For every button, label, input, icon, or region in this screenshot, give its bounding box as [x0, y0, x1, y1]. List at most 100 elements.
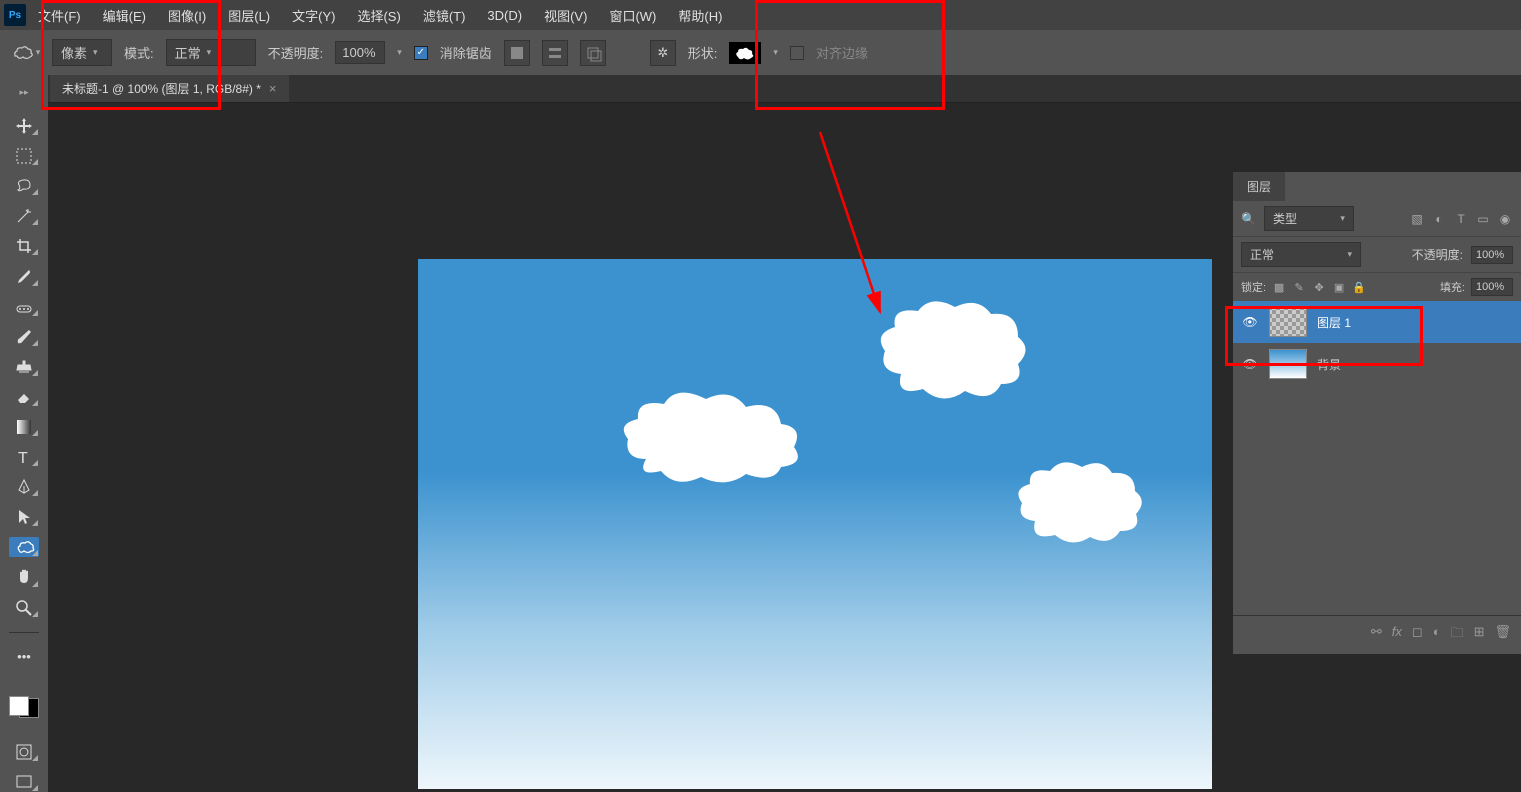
zoom-tool[interactable] — [9, 598, 39, 618]
edit-toolbar-icon[interactable]: ••• — [9, 646, 39, 666]
visibility-icon[interactable]: 👁 — [1241, 357, 1259, 371]
layer-opacity-input[interactable]: 100% — [1471, 246, 1513, 264]
lock-pixels-icon[interactable]: ✎ — [1292, 280, 1306, 294]
chevron-down-icon[interactable]: ▾ — [397, 47, 402, 58]
visibility-icon[interactable]: 👁 — [1241, 315, 1259, 329]
pen-tool[interactable] — [9, 477, 39, 497]
document-tab-bar: 未标题-1 @ 100% (图层 1, RGB/8#) * × — [0, 75, 1521, 103]
menu-layer[interactable]: 图层(L) — [218, 2, 280, 29]
move-tool[interactable] — [9, 116, 39, 136]
layer-group-icon[interactable]: 🗀 — [1451, 624, 1464, 646]
opacity-input[interactable]: 100% — [335, 41, 385, 64]
lock-artboard-icon[interactable]: ▣ — [1332, 280, 1346, 294]
menu-help[interactable]: 帮助(H) — [668, 2, 732, 29]
ps-logo-icon: Ps — [4, 4, 26, 26]
type-tool[interactable]: T — [9, 447, 39, 467]
pathfinder-union-icon[interactable] — [504, 40, 530, 66]
opacity-label: 不透明度: — [268, 43, 324, 62]
marquee-tool[interactable] — [9, 146, 39, 166]
expand-icon[interactable]: ▸▸ — [19, 87, 28, 98]
lock-transparency-icon[interactable]: ▩ — [1272, 280, 1286, 294]
layer-item-1[interactable]: 👁 图层 1 — [1233, 301, 1521, 343]
fill-input[interactable]: 100% — [1471, 278, 1513, 296]
layers-tab[interactable]: 图层 — [1233, 172, 1285, 201]
fill-label: 填充: — [1440, 279, 1465, 295]
blend-mode-dropdown[interactable]: 正常 ▾ — [166, 39, 256, 66]
crop-tool[interactable] — [9, 236, 39, 256]
link-layers-icon[interactable]: ⚯ — [1371, 624, 1382, 646]
healing-brush-tool[interactable] — [9, 297, 39, 317]
menu-3d[interactable]: 3D(D) — [477, 4, 532, 27]
lasso-tool[interactable] — [9, 176, 39, 196]
lock-all-icon[interactable]: 🔒 — [1352, 280, 1366, 294]
hand-tool[interactable] — [9, 567, 39, 587]
quick-mask-tool[interactable] — [9, 742, 39, 762]
layer-opacity-label: 不透明度: — [1412, 246, 1463, 263]
lock-label: 锁定: — [1241, 279, 1266, 295]
magic-wand-tool[interactable] — [9, 206, 39, 226]
antialias-checkbox[interactable]: ✓ — [414, 46, 428, 60]
brush-tool[interactable] — [9, 327, 39, 347]
menu-select[interactable]: 选择(S) — [347, 2, 410, 29]
divider — [9, 632, 39, 633]
menu-filter[interactable]: 滤镜(T) — [413, 2, 476, 29]
layer-style-icon[interactable]: fx — [1392, 624, 1402, 646]
filter-smart-icon[interactable]: ◉ — [1497, 211, 1513, 227]
svg-text:T: T — [18, 450, 28, 467]
gradient-tool[interactable] — [9, 417, 39, 437]
menu-view[interactable]: 视图(V) — [534, 2, 597, 29]
mode-label: 模式: — [124, 43, 154, 62]
search-icon: 🔍 — [1241, 212, 1256, 226]
layer-thumbnail[interactable] — [1269, 307, 1307, 337]
align-edges-checkbox[interactable] — [790, 46, 804, 60]
options-bar: ▾ 像素 ▾ 模式: 正常 ▾ 不透明度: 100% ▾ ✓ 消除锯齿 ✲ 形状… — [0, 30, 1521, 75]
new-layer-icon[interactable]: ⊞ — [1474, 624, 1485, 646]
document-tab[interactable]: 未标题-1 @ 100% (图层 1, RGB/8#) * × — [50, 75, 289, 102]
shape-picker[interactable] — [729, 42, 761, 64]
layer-mask-icon[interactable]: ◻ — [1412, 624, 1423, 646]
eraser-tool[interactable] — [9, 387, 39, 407]
path-selection-tool[interactable] — [9, 507, 39, 527]
filter-shape-icon[interactable]: ▭ — [1475, 211, 1491, 227]
cloud-shape-1 — [616, 389, 806, 487]
settings-icon[interactable]: ✲ — [650, 40, 676, 66]
filter-adjustment-icon[interactable]: ◐ — [1431, 211, 1447, 227]
toolbox: ▸▸ T ••• — [0, 75, 48, 792]
foreground-color[interactable] — [9, 696, 29, 716]
chevron-down-icon: ▾ — [93, 47, 98, 58]
menu-type[interactable]: 文字(Y) — [282, 2, 345, 29]
layer-thumbnail[interactable] — [1269, 349, 1307, 379]
tool-mode-dropdown[interactable]: 像素 ▾ — [52, 39, 112, 66]
custom-shape-tool[interactable] — [9, 537, 39, 557]
menu-window[interactable]: 窗口(W) — [599, 2, 666, 29]
layer-name: 图层 1 — [1317, 314, 1351, 331]
layer-name: 背景 — [1317, 356, 1341, 373]
layer-item-bg[interactable]: 👁 背景 — [1233, 343, 1521, 385]
chevron-down-icon[interactable]: ▾ — [773, 47, 778, 58]
adjustment-layer-icon[interactable]: ◐ — [1433, 624, 1441, 646]
layers-panel: 图层 🔍 类型 ▾ ▧ ◐ T ▭ ◉ 正常 ▾ 不透明度: 100% 锁定: … — [1233, 172, 1521, 654]
layer-blend-dropdown[interactable]: 正常 ▾ — [1241, 242, 1361, 267]
screen-mode-tool[interactable] — [9, 772, 39, 792]
lock-position-icon[interactable]: ✥ — [1312, 280, 1326, 294]
align-edges-label: 对齐边缘 — [816, 43, 868, 62]
close-icon[interactable]: × — [269, 81, 277, 96]
menu-edit[interactable]: 编辑(E) — [93, 2, 156, 29]
delete-layer-icon[interactable]: 🗑 — [1494, 624, 1511, 646]
menu-image[interactable]: 图像(I) — [158, 2, 216, 29]
menu-file[interactable]: 文件(F) — [28, 2, 91, 29]
clone-stamp-tool[interactable] — [9, 357, 39, 377]
filter-type-dropdown[interactable]: 类型 ▾ — [1264, 206, 1354, 231]
align-icon[interactable] — [542, 40, 568, 66]
menu-bar: Ps 文件(F) 编辑(E) 图像(I) 图层(L) 文字(Y) 选择(S) 滤… — [0, 0, 1521, 30]
color-swatch[interactable] — [9, 696, 39, 718]
filter-pixel-icon[interactable]: ▧ — [1409, 211, 1425, 227]
chevron-down-icon: ▾ — [207, 47, 212, 58]
cloud-shape-2 — [873, 299, 1028, 409]
eyedropper-tool[interactable] — [9, 266, 39, 286]
tool-preset-icon[interactable]: ▾ — [12, 39, 40, 67]
arrange-icon[interactable] — [580, 40, 606, 66]
antialias-label: 消除锯齿 — [440, 43, 492, 62]
filter-type-icon[interactable]: T — [1453, 211, 1469, 227]
document-canvas[interactable] — [418, 259, 1212, 789]
